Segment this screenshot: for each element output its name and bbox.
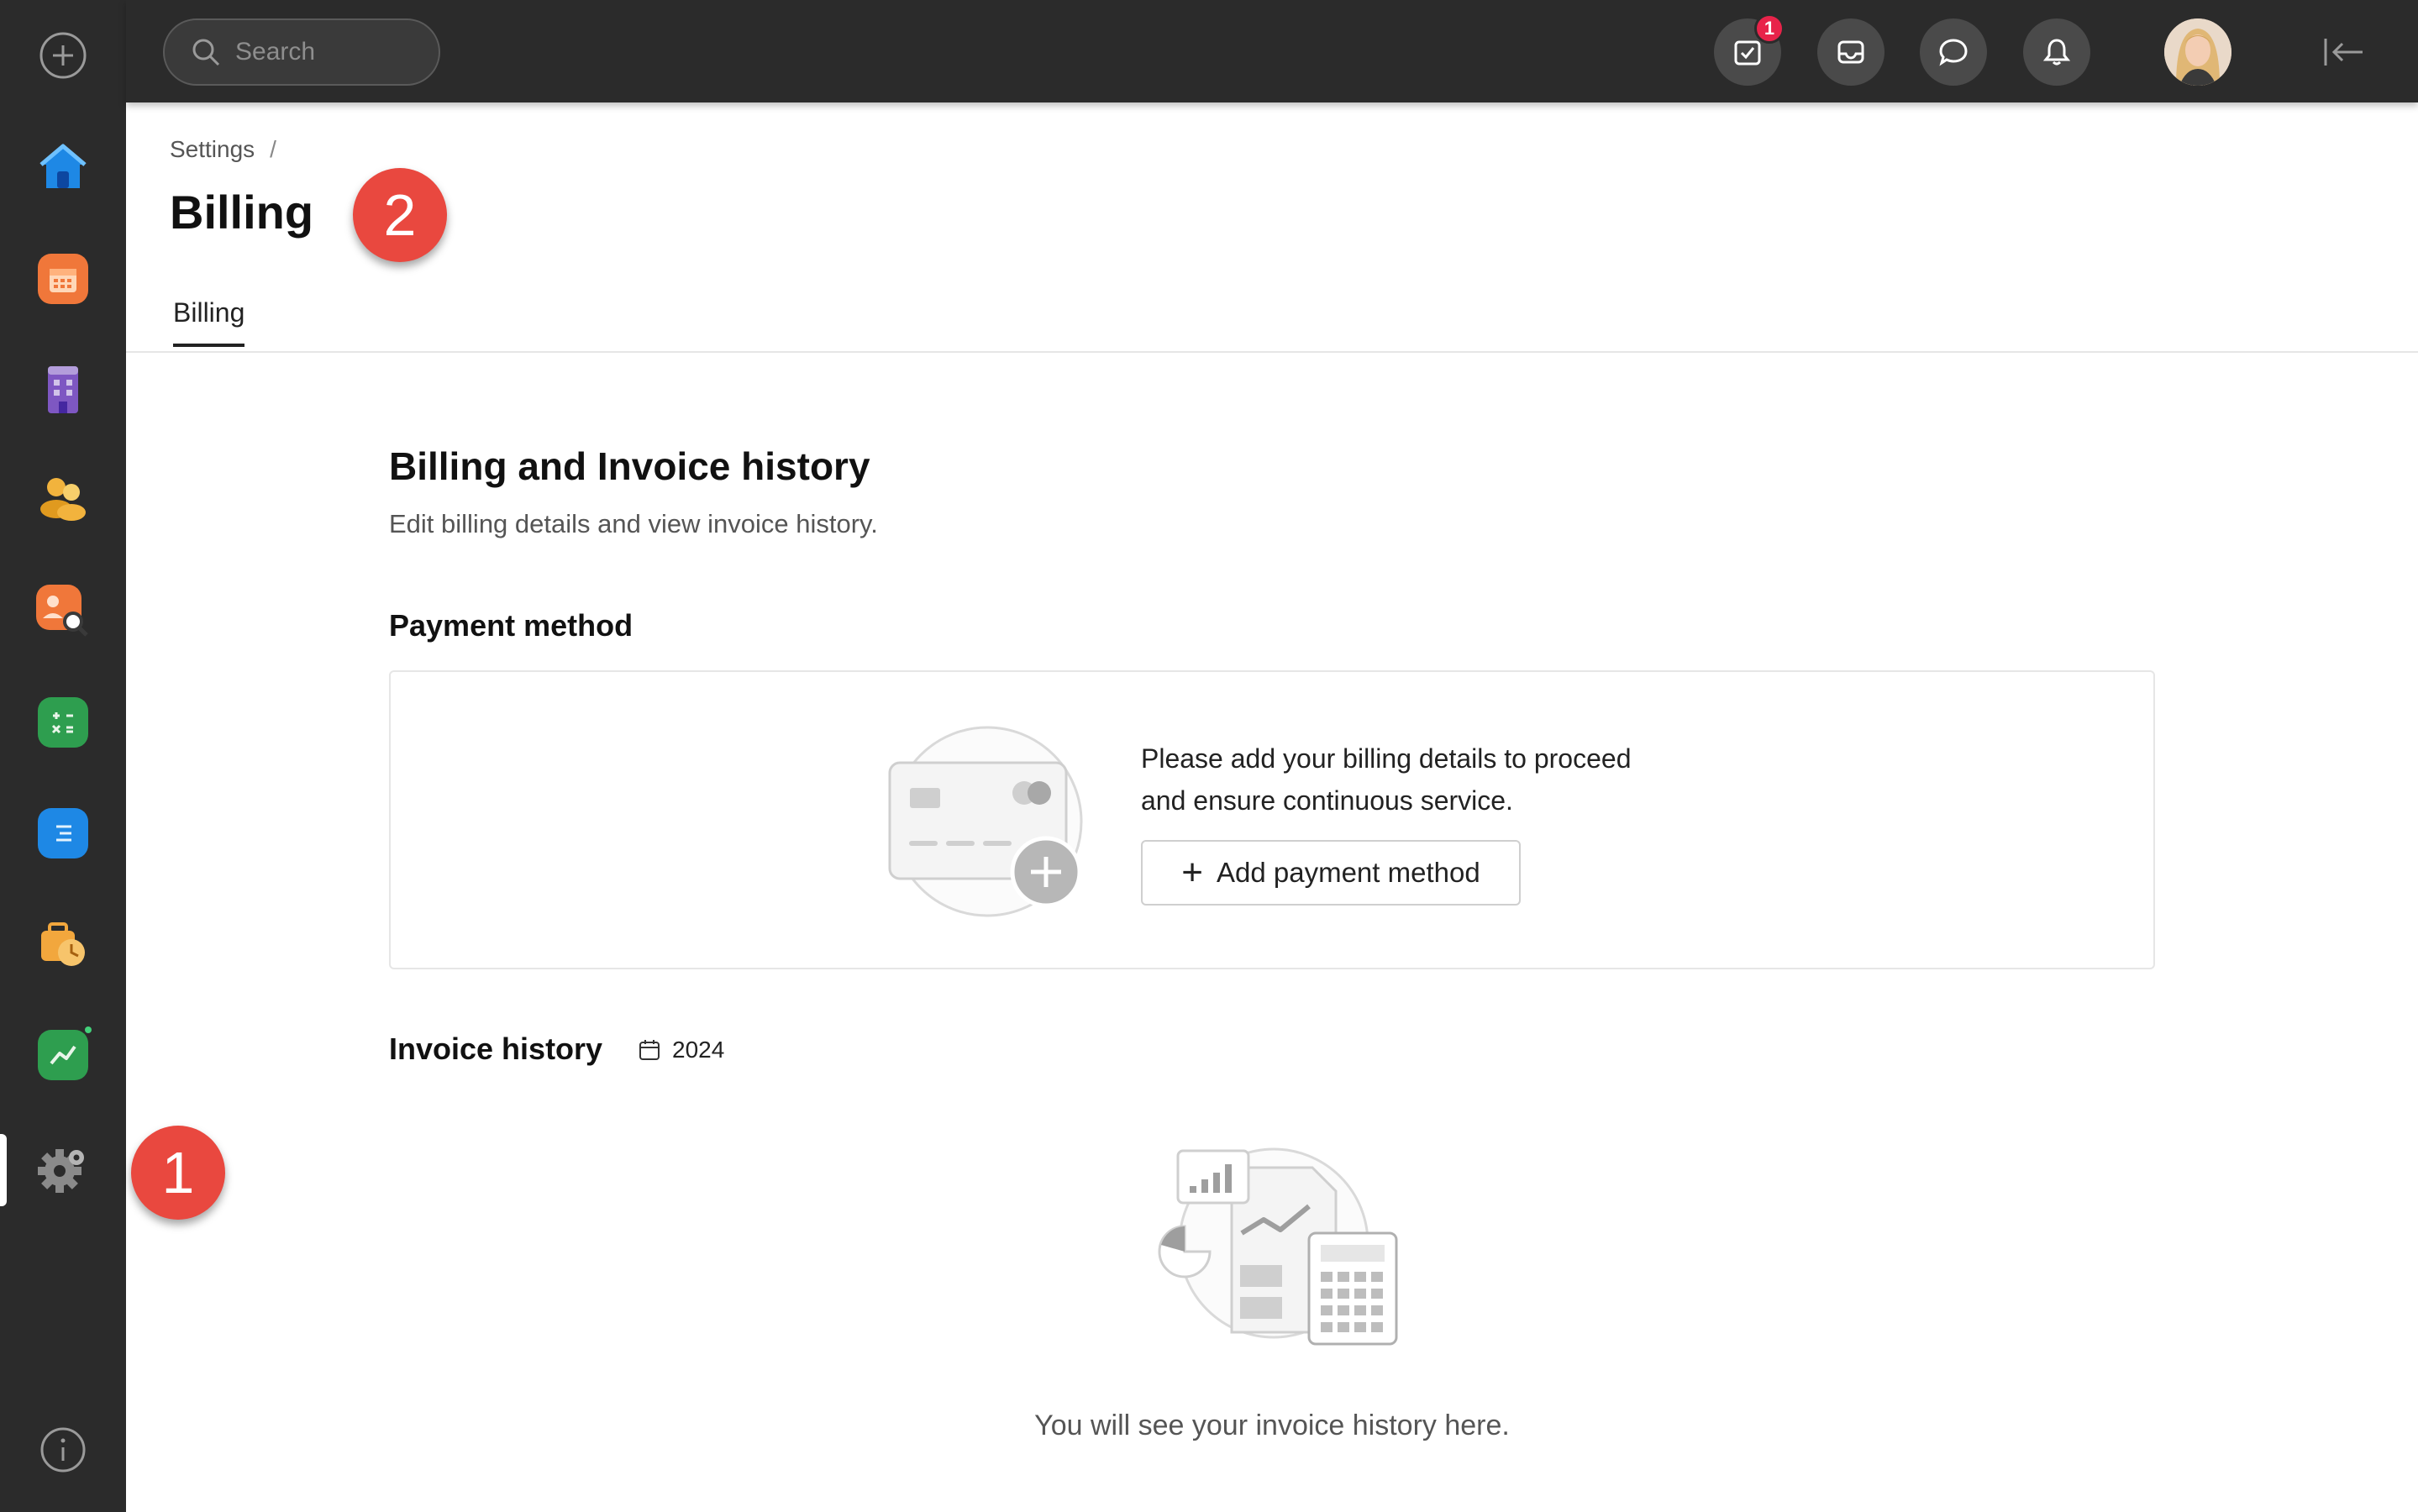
- active-indicator: [0, 1134, 7, 1206]
- sidebar-item-home[interactable]: [33, 136, 93, 197]
- info-button[interactable]: [33, 1420, 93, 1480]
- tasks-button[interactable]: 1: [1714, 13, 1785, 86]
- inbox-button[interactable]: [1817, 18, 1884, 86]
- invoice-history-title: Invoice history: [389, 1032, 603, 1066]
- inbox-icon: [1837, 40, 1864, 64]
- user-search-icon: [36, 585, 90, 638]
- payment-method-card: Please add your billing details to proce…: [389, 670, 2155, 969]
- section-description: Edit billing details and view invoice hi…: [389, 509, 878, 538]
- notifications-button[interactable]: [2023, 18, 2090, 86]
- invoice-empty-message: You will see your invoice history here.: [1034, 1410, 1510, 1441]
- people-icon: [40, 478, 86, 521]
- breadcrumb: Settings /: [170, 136, 276, 163]
- collapse-left-icon: [2324, 39, 2363, 66]
- breadcrumb-separator: /: [270, 136, 276, 162]
- tab-billing[interactable]: Billing: [173, 297, 245, 347]
- sidebar-item-timesheet[interactable]: [33, 914, 93, 974]
- search-box[interactable]: [163, 18, 440, 86]
- invoice-year-value: 2024: [672, 1037, 725, 1063]
- sidebar-item-documents[interactable]: [33, 803, 93, 864]
- sidebar-item-analytics[interactable]: [33, 1025, 93, 1085]
- chat-bubble-icon: [1939, 39, 1968, 66]
- spreadsheet-icon: [38, 697, 88, 748]
- add-button[interactable]: [33, 25, 93, 86]
- briefcase-clock-icon: [41, 922, 85, 966]
- calendar-icon: [639, 1040, 660, 1060]
- sidebar-item-settings[interactable]: [33, 1139, 93, 1200]
- gear-icon: [38, 1149, 84, 1193]
- document-icon: [38, 808, 88, 858]
- info-icon: [40, 1427, 86, 1473]
- plus-icon: +: [1181, 852, 1203, 893]
- app-sidebar: [0, 0, 126, 1512]
- invoice-year-picker[interactable]: 2024: [639, 1037, 724, 1063]
- home-icon: [39, 144, 87, 188]
- plus-circle-icon: [39, 32, 87, 79]
- building-icon: [48, 366, 78, 413]
- tasks-badge: 1: [1754, 13, 1785, 44]
- section-title: Billing and Invoice history: [389, 444, 870, 488]
- sidebar-item-organization[interactable]: [33, 360, 93, 420]
- bell-icon: [2042, 39, 2071, 66]
- sidebar-item-calendar[interactable]: [33, 249, 93, 309]
- add-payment-method-button[interactable]: + Add payment method: [1141, 840, 1521, 906]
- user-avatar[interactable]: [2164, 18, 2231, 86]
- search-input[interactable]: [235, 38, 403, 66]
- chat-button[interactable]: [1920, 18, 1987, 86]
- main-content: Settings / Billing Billing Billing and In…: [126, 102, 2418, 1512]
- page-title: Billing: [170, 186, 314, 239]
- tab-divider: [126, 351, 2418, 353]
- chart-icon: [38, 1026, 92, 1080]
- payment-prompt: Please add your billing details to proce…: [1141, 738, 1729, 822]
- breadcrumb-settings-link[interactable]: Settings: [170, 136, 255, 162]
- credit-card-add-icon: [888, 726, 1083, 917]
- sidebar-item-recruiting[interactable]: [33, 581, 93, 642]
- sidebar-item-spreadsheet[interactable]: [33, 692, 93, 753]
- add-payment-method-label: Add payment method: [1217, 857, 1480, 888]
- payment-prompt-line2: and ensure continuous service.: [1141, 785, 1513, 816]
- calendar-icon: [38, 254, 88, 304]
- annotation-marker-1: 1: [131, 1126, 225, 1220]
- search-icon: [192, 39, 220, 66]
- payment-prompt-line1: Please add your billing details to proce…: [1141, 743, 1632, 774]
- task-check-icon: [1734, 40, 1761, 66]
- top-bar: 1: [126, 0, 2418, 102]
- invoice-empty-illustration: [1158, 1147, 1398, 1346]
- payment-method-title: Payment method: [389, 608, 633, 643]
- sidebar-item-people[interactable]: [33, 467, 93, 528]
- annotation-marker-2: 2: [353, 168, 447, 262]
- collapse-panel-button[interactable]: [2317, 25, 2371, 79]
